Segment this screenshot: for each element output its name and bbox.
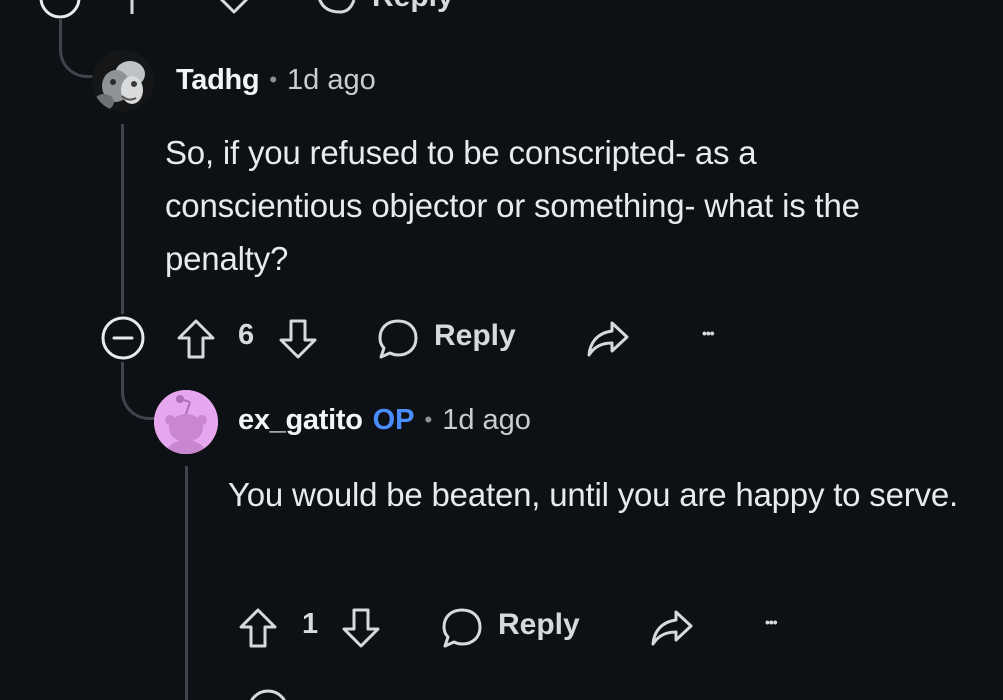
top-reply-icon[interactable]	[314, 0, 358, 18]
comment-author[interactable]: ex_gatito	[238, 404, 363, 437]
share-icon[interactable]	[586, 319, 630, 359]
top-collapse-button[interactable]	[38, 0, 82, 20]
avatar-image-icon	[92, 50, 154, 112]
comment-actions: 6 Reply •••	[100, 313, 760, 363]
share-icon[interactable]	[650, 608, 694, 648]
expand-more-replies-icon[interactable]	[246, 688, 290, 700]
comment-timestamp[interactable]: 1d ago	[442, 404, 531, 437]
meta-separator: •	[269, 67, 278, 92]
top-upvote-icon[interactable]	[118, 0, 146, 14]
vote-count: 1	[302, 608, 319, 640]
reply-icon[interactable]	[440, 606, 484, 650]
comment-header: ex_gatito OP • 1d ago	[238, 400, 531, 440]
reply-button[interactable]: Reply	[498, 608, 580, 642]
comment-actions: 1 Reply •••	[238, 602, 798, 652]
snoo-icon	[154, 390, 218, 454]
comment-body: You would be beaten, until you are happy…	[228, 476, 958, 513]
downvote-icon[interactable]	[278, 318, 318, 360]
reply-button[interactable]: Reply	[434, 319, 516, 353]
upvote-icon[interactable]	[176, 318, 216, 360]
vote-count: 6	[238, 319, 255, 351]
top-reply-label[interactable]: Reply	[372, 0, 454, 14]
more-options-button[interactable]: •••	[765, 614, 778, 630]
downvote-icon[interactable]	[341, 607, 381, 649]
avatar[interactable]	[92, 50, 154, 112]
op-badge: OP	[372, 403, 415, 436]
thread-connector-ex-gatito	[121, 362, 155, 420]
thread-connector-tadhg	[59, 18, 93, 78]
more-options-button[interactable]: •••	[702, 325, 715, 341]
snoo-avatar[interactable]	[154, 390, 218, 454]
top-downvote-icon[interactable]	[214, 0, 254, 18]
comment-timestamp[interactable]: 1d ago	[287, 64, 376, 97]
reply-icon[interactable]	[376, 317, 420, 361]
comment-body: So, if you refused to be conscripted- as…	[165, 134, 860, 277]
meta-separator: •	[424, 407, 433, 432]
thread-connector-more	[185, 650, 225, 700]
comment-author[interactable]: Tadhg	[176, 64, 260, 97]
top-share-icon[interactable]	[524, 0, 564, 16]
upvote-icon[interactable]	[238, 607, 278, 649]
thread-line-tadhg	[121, 124, 124, 314]
collapse-thread-icon[interactable]	[100, 315, 146, 361]
comment-thread: Reply Tadhg • 1d ago So, if you refused …	[0, 0, 1003, 700]
comment-header: Tadhg • 1d ago	[176, 60, 376, 100]
